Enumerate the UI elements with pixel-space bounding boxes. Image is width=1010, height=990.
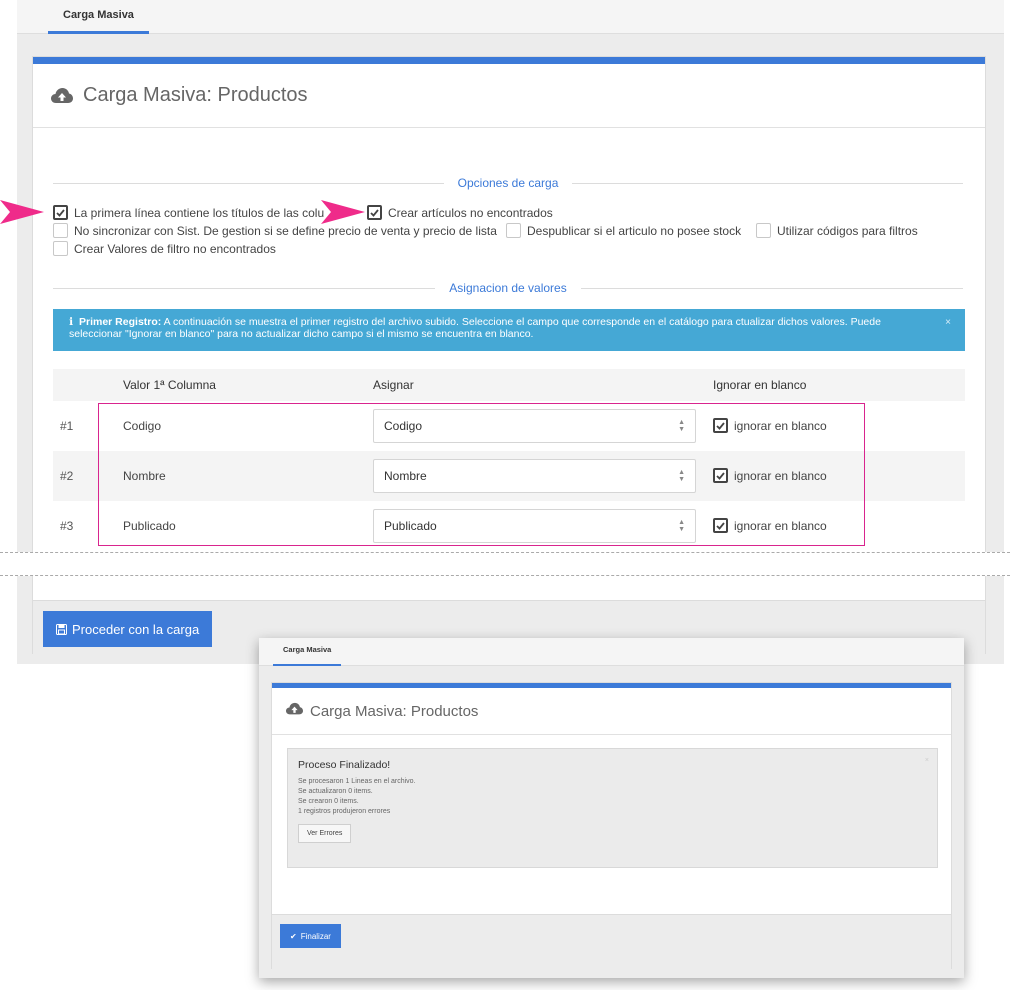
tab-bar: Carga Masiva	[17, 0, 1004, 34]
inset-panel: Carga Masiva: Productos Proceso Finaliza…	[271, 682, 952, 969]
cut-line-top	[0, 552, 1010, 553]
row-value: Publicado	[123, 519, 176, 533]
ignore-blank-toggle[interactable]: ignorar en blanco	[713, 518, 827, 533]
table-row: #1 Codigo Codigo ▲ ▼ ignorar en blanco	[53, 401, 965, 451]
inset-page-title: Carga Masiva: Productos	[310, 702, 479, 720]
pointer-arrow-icon	[321, 200, 365, 224]
checkbox[interactable]	[756, 223, 771, 238]
panel-accent-bar	[33, 57, 985, 64]
row-value: Codigo	[123, 419, 162, 433]
inset-header: Carga Masiva: Productos	[272, 688, 951, 735]
checkbox-checked[interactable]	[53, 205, 68, 220]
option-label: Despublicar si el articulo no posee stoc…	[527, 223, 742, 238]
column-header-valor: Valor 1ª Columna	[123, 378, 216, 392]
table-row: #2 Nombre Nombre ▲ ▼ ignorar en blanco	[53, 451, 965, 501]
view-errors-button[interactable]: Ver Errores	[298, 824, 352, 843]
checkbox[interactable]	[506, 223, 521, 238]
cloud-upload-icon	[286, 702, 303, 721]
cloud-upload-icon	[51, 87, 73, 105]
info-icon: ℹ	[69, 316, 73, 328]
finish-label: Finalizar	[300, 931, 331, 941]
checkbox[interactable]	[53, 223, 68, 238]
assign-select[interactable]: Nombre ▲ ▼	[373, 459, 696, 493]
ignore-blank-toggle[interactable]: ignorar en blanco	[713, 418, 827, 433]
assign-select-value: Nombre	[384, 469, 427, 483]
result-line: 1 registros produjeron errores	[298, 808, 391, 815]
close-icon[interactable]: ×	[945, 317, 951, 329]
section-title-opciones: Opciones de carga	[457, 176, 559, 190]
tab-carga-masiva[interactable]: Carga Masiva	[48, 0, 149, 34]
option-label: Crear Valores de filtro no encontrados	[74, 241, 276, 256]
section-opciones: Opciones de carga	[53, 175, 964, 191]
proceed-button[interactable]: Proceder con la carga	[43, 611, 213, 647]
result-box: Proceso Finalizado! Se procesaron 1 Line…	[287, 748, 938, 868]
option-unpublish-no-stock[interactable]: Despublicar si el articulo no posee stoc…	[506, 223, 741, 238]
option-label: No sincronizar con Sist. De gestion si s…	[74, 223, 497, 238]
checkbox-checked[interactable]	[713, 518, 728, 533]
pointer-arrow-icon	[0, 200, 44, 224]
row-value: Nombre	[123, 469, 166, 483]
section-title-asignacion: Asignacion de valores	[449, 281, 567, 295]
row-index: #1	[60, 419, 74, 433]
select-arrows-icon: ▲ ▼	[678, 419, 685, 433]
ignore-label: ignorar en blanco	[734, 418, 827, 433]
assign-select[interactable]: Publicado ▲ ▼	[373, 509, 696, 543]
row-index: #3	[60, 519, 74, 533]
alert-text: A continuación se muestra el primer regi…	[69, 316, 881, 340]
result-heading: Proceso Finalizado!	[298, 759, 391, 771]
assign-select-value: Codigo	[384, 419, 423, 433]
ignore-blank-toggle[interactable]: ignorar en blanco	[713, 468, 827, 483]
select-arrows-icon: ▲ ▼	[678, 469, 685, 483]
result-line: Se actualizaron 0 items.	[298, 788, 373, 795]
cut-gap	[0, 552, 1010, 576]
inset-footer: ✔ Finalizar	[272, 914, 951, 969]
assign-select-value: Publicado	[384, 519, 437, 533]
select-arrows-icon: ▲ ▼	[678, 519, 685, 533]
close-icon[interactable]: ×	[925, 757, 929, 764]
panel-header: Carga Masiva: Productos	[33, 64, 985, 128]
option-label: La primera línea contiene los títulos de…	[74, 205, 325, 220]
option-create-articles[interactable]: Crear artículos no encontrados	[367, 205, 553, 220]
column-header-asignar: Asignar	[373, 378, 414, 392]
table-header: Valor 1ª Columna Asignar Ignorar en blan…	[53, 369, 965, 401]
option-first-line-titles[interactable]: La primera línea contiene los títulos de…	[53, 205, 324, 220]
cut-line-bottom	[0, 575, 1010, 576]
ignore-label: ignorar en blanco	[734, 468, 827, 483]
section-asignacion: Asignacion de valores	[53, 280, 963, 296]
finish-button[interactable]: ✔ Finalizar	[280, 924, 341, 948]
checkbox-checked[interactable]	[713, 418, 728, 433]
inset-tab-carga-masiva[interactable]: Carga Masiva	[273, 638, 342, 666]
checkbox[interactable]	[53, 241, 68, 256]
option-label: Crear artículos no encontrados	[388, 205, 553, 220]
page-title: Carga Masiva: Productos	[83, 84, 308, 106]
checkbox-checked[interactable]	[713, 468, 728, 483]
proceed-label: Proceder con la carga	[72, 621, 200, 637]
column-header-ignorar: Ignorar en blanco	[713, 378, 807, 392]
result-screenshot: Carga Masiva Carga Masiva: Productos Pro…	[259, 638, 964, 978]
alert-strong: Primer Registro:	[79, 316, 162, 328]
row-index: #2	[60, 469, 74, 483]
ignore-label: ignorar en blanco	[734, 518, 827, 533]
checkbox-checked[interactable]	[367, 205, 382, 220]
option-label: Utilizar códigos para filtros	[777, 223, 918, 238]
save-icon	[56, 623, 67, 635]
option-create-filter-values[interactable]: Crear Valores de filtro no encontrados	[53, 241, 276, 256]
result-line: Se procesaron 1 Lineas en el archivo.	[298, 778, 416, 785]
info-alert: ℹ Primer Registro: A continuación se mues…	[53, 309, 965, 351]
option-use-filter-codes[interactable]: Utilizar códigos para filtros	[756, 223, 918, 238]
option-no-sync[interactable]: No sincronizar con Sist. De gestion si s…	[53, 223, 497, 238]
check-icon: ✔	[290, 931, 297, 941]
table-row: #3 Publicado Publicado ▲ ▼ ignorar en bla…	[53, 501, 965, 551]
result-line: Se crearon 0 items.	[298, 798, 359, 805]
assign-select[interactable]: Codigo ▲ ▼	[373, 409, 696, 443]
inset-tab-bar: Carga Masiva	[259, 638, 964, 666]
